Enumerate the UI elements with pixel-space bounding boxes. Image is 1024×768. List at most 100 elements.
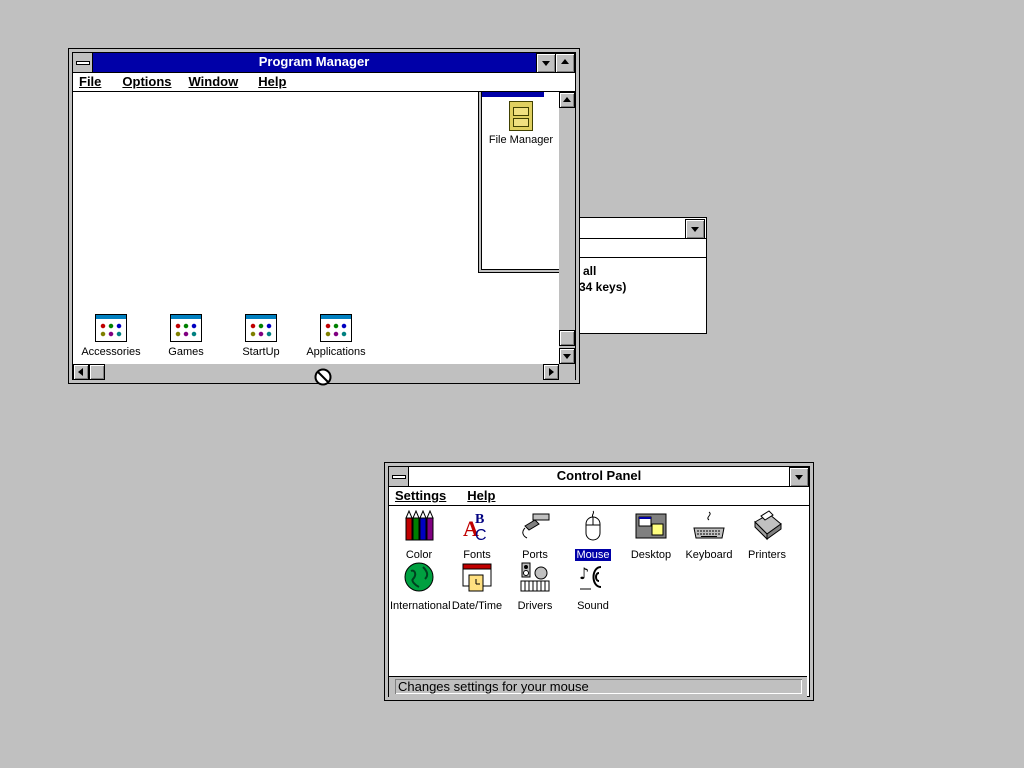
- group-icon-games[interactable]: Games: [151, 314, 221, 358]
- scroll-left-button[interactable]: [73, 364, 89, 380]
- color-icon: [405, 509, 434, 541]
- arrow-right-icon: [549, 368, 554, 376]
- no-drop-cursor-icon: [314, 368, 332, 386]
- file-manager-label: File Manager: [488, 134, 554, 146]
- control-panel-title: Control Panel: [556, 468, 642, 483]
- program-manager-client-area: File Manager Accessories Games StartUp A…: [73, 92, 559, 364]
- scroll-up-button[interactable]: [559, 92, 575, 108]
- cp-item-fonts[interactable]: A C B Fonts: [447, 510, 507, 561]
- maximize-arrow-icon: [561, 59, 569, 64]
- cp-item-datetime[interactable]: Date/Time: [447, 561, 507, 612]
- group-icon-applications[interactable]: Applications: [301, 314, 371, 358]
- vertical-scrollbar[interactable]: [559, 92, 575, 364]
- scroll-right-button[interactable]: [543, 364, 559, 380]
- program-group-icon: [245, 314, 277, 342]
- status-text: Changes settings for your mouse: [395, 679, 802, 694]
- program-manager-menubar: File Options Window Help: [73, 73, 575, 92]
- control-panel-titlebar[interactable]: Control Panel: [389, 467, 809, 487]
- cp-label: Keyboard: [685, 549, 733, 561]
- group-label: Applications: [306, 346, 366, 358]
- drawer-top-icon: [513, 107, 529, 116]
- cp-label: Printers: [748, 549, 786, 561]
- group-label: Accessories: [81, 346, 141, 358]
- minimize-arrow-icon: [795, 475, 803, 480]
- minimize-button[interactable]: [789, 467, 809, 487]
- main-group-window[interactable]: File Manager: [478, 92, 559, 273]
- international-icon: [404, 562, 434, 592]
- background-window[interactable]: all 34 keys): [560, 217, 707, 334]
- status-bar: Changes settings for your mouse: [389, 676, 807, 697]
- cp-label: Color: [405, 549, 433, 561]
- program-group-icon: [95, 314, 127, 342]
- cp-label-selected: Mouse: [575, 549, 611, 561]
- menu-window[interactable]: Window: [179, 73, 246, 89]
- minimize-button[interactable]: [536, 53, 556, 73]
- minimize-arrow-icon: [691, 227, 699, 232]
- svg-text:B: B: [475, 512, 484, 527]
- control-panel-window[interactable]: Control Panel Settings Help Color A C B F…: [384, 462, 814, 701]
- arrow-up-icon: [563, 97, 571, 102]
- program-manager-titlebar[interactable]: Program Manager: [73, 53, 575, 73]
- arrow-left-icon: [78, 368, 83, 376]
- control-panel-menubar: Settings Help: [389, 487, 809, 506]
- group-icon-accessories[interactable]: Accessories: [76, 314, 146, 358]
- cp-item-sound[interactable]: ♪ Sound: [563, 561, 623, 612]
- group-icon-startup[interactable]: StartUp: [226, 314, 296, 358]
- size-grip: [559, 364, 575, 380]
- svg-text:♪: ♪: [579, 564, 589, 583]
- minimize-arrow-icon: [542, 61, 550, 66]
- menu-help[interactable]: Help: [245, 73, 293, 89]
- ports-icon: [522, 513, 550, 539]
- background-window-line2: 34 keys): [579, 280, 627, 294]
- sound-icon: ♪: [579, 564, 602, 590]
- main-group-titlebar[interactable]: [482, 92, 544, 97]
- background-window-menubar: [561, 239, 706, 258]
- program-manager-window[interactable]: Program Manager File Options Window Help Fi…: [68, 48, 580, 384]
- menu-options[interactable]: Options: [108, 73, 178, 89]
- keyboard-icon: [693, 511, 725, 539]
- cp-label: Desktop: [630, 549, 672, 561]
- cp-label: Sound: [577, 600, 609, 612]
- svg-text:C: C: [475, 527, 487, 542]
- group-label: StartUp: [242, 346, 280, 358]
- background-window-line1: all: [583, 264, 597, 278]
- menu-help[interactable]: Help: [453, 487, 502, 503]
- vertical-scroll-thumb[interactable]: [559, 330, 575, 346]
- arrow-down-icon: [563, 354, 571, 359]
- menu-settings[interactable]: Settings: [389, 487, 453, 503]
- group-label: Games: [168, 346, 204, 358]
- fonts-icon: A C B: [463, 512, 487, 544]
- cp-item-drivers[interactable]: Drivers: [505, 561, 565, 612]
- cp-label: Fonts: [463, 549, 491, 561]
- system-menu-button[interactable]: [73, 53, 93, 72]
- cp-item-mouse[interactable]: Mouse: [563, 510, 623, 561]
- file-manager-item[interactable]: File Manager: [482, 101, 559, 146]
- cp-item-keyboard[interactable]: Keyboard: [679, 510, 739, 561]
- cp-item-color[interactable]: Color: [389, 509, 449, 561]
- desktop-icon: [635, 513, 667, 539]
- cp-label: International: [390, 600, 451, 612]
- cp-label: Drivers: [517, 600, 553, 612]
- maximize-button[interactable]: [555, 53, 575, 73]
- cp-item-printers[interactable]: Printers: [737, 510, 797, 561]
- cp-item-ports[interactable]: Ports: [505, 510, 565, 561]
- control-panel-client-area: Color A C B Fonts Ports Mouse Desktop Ke…: [389, 506, 807, 676]
- cp-item-desktop[interactable]: Desktop: [621, 510, 681, 561]
- mouse-icon: [585, 510, 601, 541]
- system-menu-button[interactable]: [389, 467, 409, 486]
- horizontal-scroll-thumb[interactable]: [89, 364, 105, 380]
- drawer-bottom-icon: [513, 118, 529, 127]
- drivers-icon: [520, 562, 550, 592]
- cp-label: Date/Time: [451, 600, 503, 612]
- menu-file[interactable]: File: [73, 73, 108, 89]
- background-window-minimize-button[interactable]: [685, 219, 705, 239]
- cp-item-international[interactable]: International: [389, 561, 451, 612]
- program-group-icon: [320, 314, 352, 342]
- printers-icon: [754, 510, 782, 541]
- scroll-down-button[interactable]: [559, 348, 575, 364]
- program-group-icon: [170, 314, 202, 342]
- datetime-icon: [462, 563, 492, 592]
- program-manager-title: Program Manager: [258, 54, 370, 69]
- cp-label: Ports: [522, 549, 548, 561]
- file-manager-icon: [509, 101, 533, 131]
